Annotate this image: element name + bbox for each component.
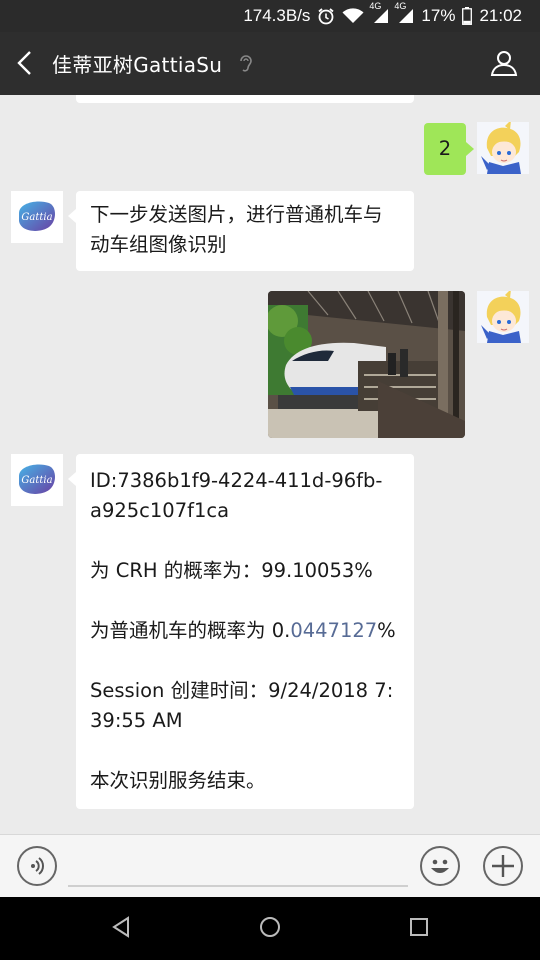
chat-info-button[interactable] — [490, 49, 518, 81]
smiley-icon — [431, 859, 449, 873]
plus-icon — [492, 855, 514, 877]
result-end-text: 本次识别服务结束。 — [90, 769, 266, 792]
result-normal-probability: 为普通机车的概率为 0.0447127% — [90, 616, 400, 646]
square-recents-icon — [410, 918, 428, 936]
user-avatar[interactable] — [477, 291, 529, 343]
back-button[interactable] — [14, 50, 38, 76]
result-text: % — [377, 619, 396, 642]
message-line: 下一步发送图片，进行普通机车与 — [90, 203, 383, 226]
message-text: 2 — [438, 137, 452, 160]
bot-logo-text: Gattia — [21, 212, 52, 223]
sent-image-shinkansen[interactable] — [268, 291, 465, 438]
result-session-time: Session 创建时间：9/24/2018 7: — [90, 679, 394, 702]
network-type-2: 4G — [394, 1, 407, 11]
gattia-logo-icon: Gattia — [11, 454, 63, 506]
chat-header: 佳蒂亚树GattiaSu — [0, 32, 540, 95]
net-speed: 174.3B/s — [243, 6, 311, 25]
bot-avatar[interactable]: Gattia — [11, 191, 63, 243]
circle-home-icon — [260, 917, 280, 937]
result-id-line: a925c107f1ca — [90, 499, 230, 522]
status-bar: 174.3B/s 4G 4G 17% 21:02 — [0, 0, 540, 32]
gattia-logo-icon: Gattia — [11, 191, 63, 243]
result-crh-probability: 为 CRH 的概率为：99.10053% — [90, 559, 373, 582]
signal-icon-2: 4G — [394, 1, 414, 24]
bot-logo-text: Gattia — [21, 475, 52, 486]
user-avatar[interactable] — [477, 122, 529, 174]
clock: 21:02 — [479, 6, 522, 25]
triangle-back-icon — [112, 916, 129, 938]
chat-title: 佳蒂亚树GattiaSu — [52, 53, 223, 77]
message-bubble-received[interactable]: 下一步发送图片，进行普通机车与 动车组图像识别 — [68, 191, 414, 271]
anime-avatar-icon — [477, 291, 529, 343]
nav-recents-button[interactable] — [408, 915, 430, 943]
alarm-icon — [317, 7, 335, 25]
nav-back-button[interactable] — [110, 915, 132, 943]
earpiece-mode-icon — [238, 54, 254, 78]
network-type-1: 4G — [369, 1, 382, 11]
number-link[interactable]: 0447127 — [290, 619, 377, 642]
voice-icon — [31, 857, 44, 875]
bot-avatar[interactable]: Gattia — [11, 454, 63, 506]
signal-icon-1: 4G — [369, 1, 389, 24]
nav-home-button[interactable] — [258, 915, 282, 943]
battery-level: 17% — [421, 6, 456, 25]
result-text: 为普通机车的概率为 0. — [90, 619, 291, 642]
chat-area[interactable]: 2 Gattia 下一步发送图片，进行普通机车与 动车组图像识别 Gattia … — [0, 95, 540, 834]
anime-avatar-icon — [477, 122, 529, 174]
battery-icon — [462, 7, 473, 25]
message-bubble-sent[interactable]: 2 — [424, 123, 474, 175]
voice-input-button[interactable] — [17, 846, 57, 886]
emoji-button[interactable] — [420, 846, 460, 886]
message-bubble-received[interactable]: ID:7386b1f9-4224-411d-96fb- a925c107f1ca… — [68, 454, 414, 809]
more-actions-button[interactable] — [483, 846, 523, 886]
system-nav-bar — [0, 897, 540, 960]
message-line: 动车组图像识别 — [90, 233, 227, 256]
wifi-icon — [342, 8, 364, 24]
message-input[interactable] — [68, 885, 408, 887]
result-session-time: 39:55 AM — [90, 709, 183, 732]
result-id-line: ID:7386b1f9-4224-411d-96fb- — [90, 469, 383, 492]
previous-message-bubble — [76, 95, 414, 103]
input-bar — [0, 834, 540, 898]
